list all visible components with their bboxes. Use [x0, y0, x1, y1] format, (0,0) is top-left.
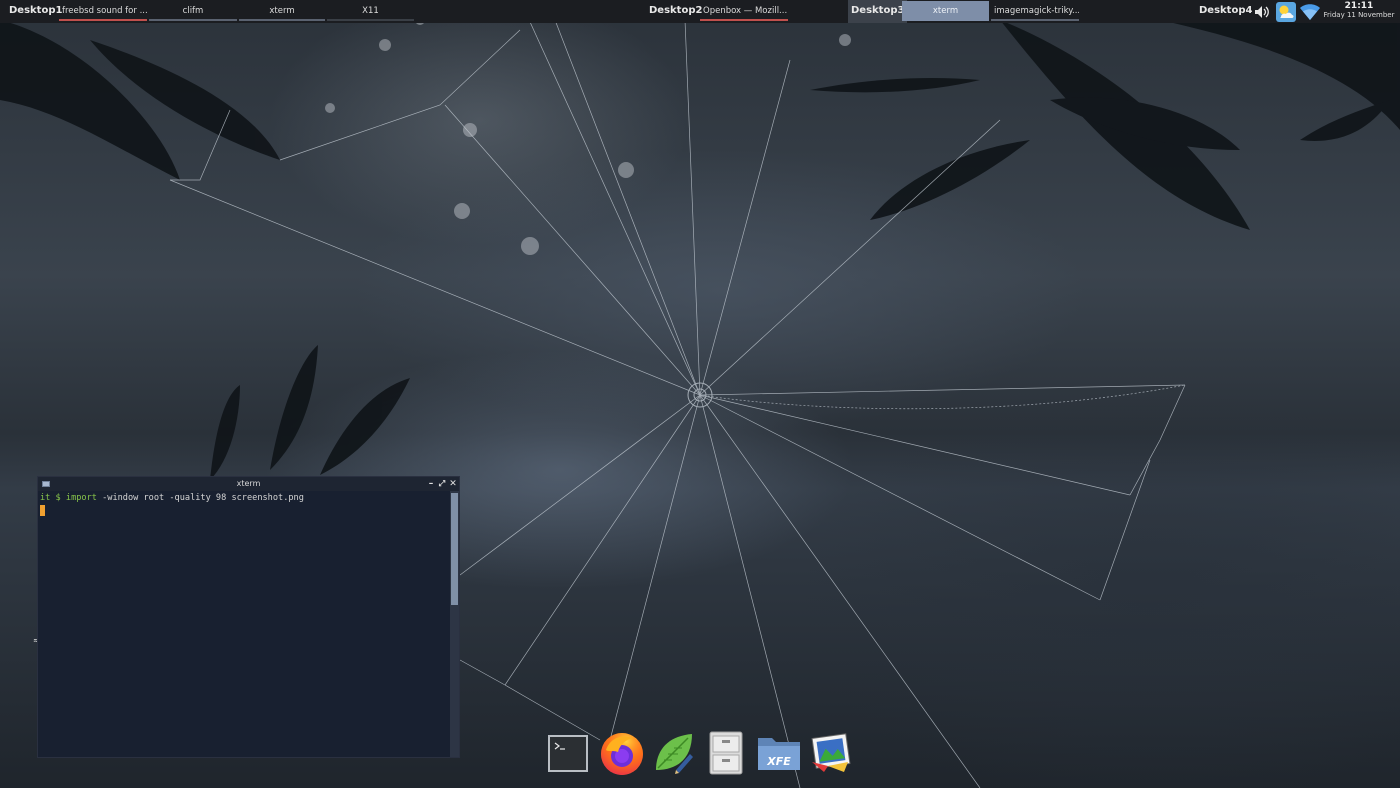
- xfe-label: XFE: [766, 755, 791, 768]
- xfe-folder-icon: XFE: [758, 738, 800, 770]
- clock-date[interactable]: Friday 11 November: [1320, 11, 1398, 19]
- xfe-launcher[interactable]: XFE: [756, 732, 804, 782]
- terminal-launcher[interactable]: [546, 734, 594, 784]
- firefox-launcher[interactable]: [598, 728, 646, 778]
- xterm-titlebar[interactable]: xterm – ⤢ ✕: [38, 477, 459, 491]
- application-dock: XFE: [540, 728, 860, 780]
- task-imagemagick[interactable]: imagemagick-triky...: [991, 1, 1079, 21]
- leaf-pen-editor-icon: [656, 734, 693, 774]
- task-clifm[interactable]: clifm: [149, 1, 237, 21]
- desktop-4-label[interactable]: Desktop4: [1196, 0, 1255, 23]
- text-editor-launcher[interactable]: [652, 730, 700, 780]
- terminal-output[interactable]: it $ import -window root -quality 98 scr…: [38, 491, 450, 757]
- photo-window-icon: [811, 733, 851, 772]
- scrollbar-thumb[interactable]: [451, 493, 458, 605]
- terminal-line: it $ import -window root -quality 98 scr…: [40, 493, 448, 503]
- xterm-window[interactable]: xterm – ⤢ ✕ it $ import -window root -qu…: [37, 476, 460, 758]
- task-xterm-desktop1[interactable]: xterm: [239, 1, 325, 21]
- wifi-icon[interactable]: [1299, 3, 1321, 21]
- desktop-1-label[interactable]: Desktop1: [6, 0, 65, 23]
- task-freebsd-sound[interactable]: freebsd sound for ...: [59, 1, 147, 21]
- top-panel: Desktop1 freebsd sound for ... clifm xte…: [0, 0, 1400, 23]
- task-openbox-mozilla[interactable]: Openbox — Mozill...: [700, 1, 788, 21]
- command-args: -window root -quality 98 screenshot.png: [96, 493, 304, 503]
- clock-time[interactable]: 21:11: [1320, 1, 1398, 11]
- task-x11[interactable]: X11: [327, 1, 414, 21]
- minimize-button[interactable]: –: [426, 477, 436, 491]
- firefox-icon: [601, 733, 643, 775]
- window-menu-icon[interactable]: [42, 481, 50, 487]
- window-title: xterm: [236, 479, 261, 488]
- image-viewer-launcher[interactable]: [808, 732, 856, 782]
- terminal-icon: [548, 735, 588, 772]
- close-button[interactable]: ✕: [448, 477, 458, 491]
- terminal-cursor: [40, 505, 45, 516]
- terminal-scrollbar[interactable]: [450, 491, 459, 757]
- command-name: import: [65, 493, 97, 503]
- weather-sun-cloud-icon[interactable]: [1276, 2, 1296, 22]
- maximize-button[interactable]: ⤢: [437, 477, 447, 491]
- file-cabinet-launcher[interactable]: [706, 730, 754, 780]
- task-xterm-active[interactable]: xterm: [902, 1, 989, 21]
- desktop-3-label[interactable]: Desktop3: [848, 0, 908, 23]
- file-cabinet-icon: [709, 731, 743, 775]
- speaker-icon[interactable]: [1253, 3, 1271, 21]
- desktop-2-label[interactable]: Desktop2: [646, 0, 705, 23]
- shell-prompt: it $: [40, 493, 61, 503]
